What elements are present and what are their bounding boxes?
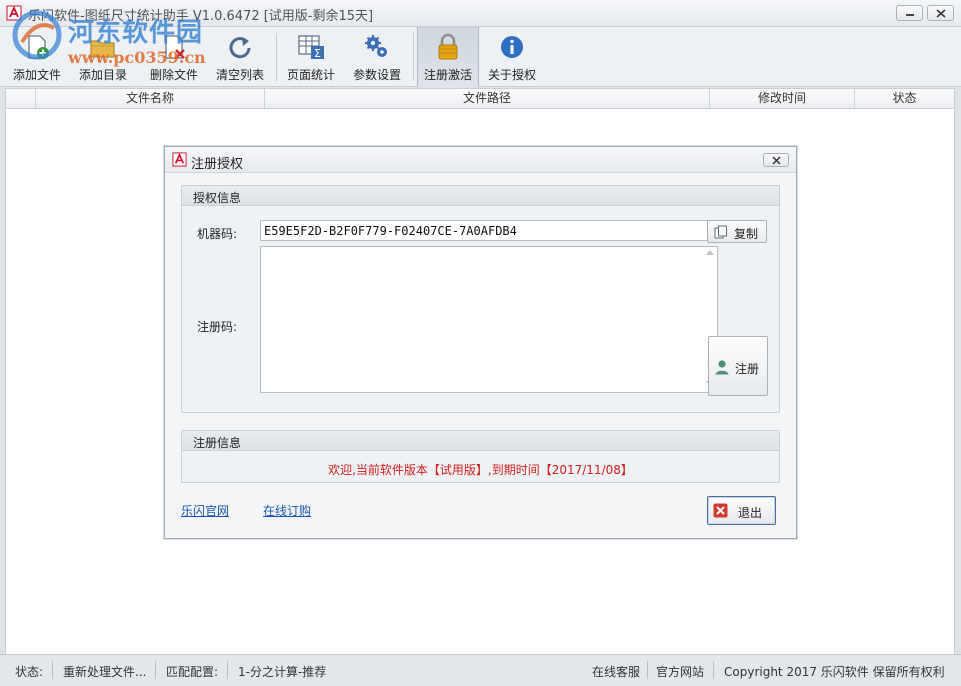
minimize-icon xyxy=(906,14,914,16)
delete-file-button[interactable]: 删除文件 xyxy=(143,27,205,87)
page-stats-label: 页面统计 xyxy=(286,68,335,82)
status-value: 重新处理文件... xyxy=(63,665,147,679)
online-order-link[interactable]: 在线订购 xyxy=(263,502,311,519)
close-window-button[interactable] xyxy=(927,5,954,21)
gears-icon xyxy=(365,35,387,57)
file-list-header: 文件名称 文件路径 修改时间 状态 xyxy=(5,88,955,109)
add-folder-label: 添加目录 xyxy=(78,68,127,82)
register-button-label: 注册 xyxy=(735,362,760,376)
config-value: 1-分之计算-推荐 xyxy=(238,665,327,679)
settings-button[interactable]: 参数设置 xyxy=(346,27,408,87)
column-status[interactable]: 状态 xyxy=(855,89,954,108)
dialog-title-bar: 注册授权 xyxy=(165,147,796,173)
copyright-text: Copyright 2017 乐闪软件 保留所有权利 xyxy=(724,665,945,679)
add-folder-icon xyxy=(90,40,115,58)
about-license-label: 关于授权 xyxy=(487,68,536,82)
exit-button-label: 退出 xyxy=(738,506,763,520)
about-license-button[interactable]: 关于授权 xyxy=(481,27,543,87)
reg-info-header: 注册信息 xyxy=(182,431,779,451)
official-website-link[interactable]: 官方网站 xyxy=(656,663,704,680)
register-activate-button[interactable]: 注册激活 xyxy=(417,27,479,87)
sum-table-icon: Σ xyxy=(298,35,324,60)
title-bar: 乐闪软件-图纸尺寸统计助手 V1.0.6472 [试用版-剩余15天] xyxy=(0,0,961,27)
copy-icon xyxy=(714,225,727,239)
toolbar-separator xyxy=(276,33,277,81)
column-file-path[interactable]: 文件路径 xyxy=(265,89,710,108)
add-file-icon xyxy=(28,35,49,59)
window-title: 乐闪软件-图纸尺寸统计助手 V1.0.6472 [试用版-剩余15天] xyxy=(28,9,374,24)
register-code-field[interactable] xyxy=(260,246,718,393)
status-separator xyxy=(647,661,648,679)
reg-info-group: 注册信息 欢迎,当前软件版本【试用版】,到期时间【2017/11/08】 xyxy=(181,430,780,483)
status-separator xyxy=(227,661,228,679)
status-separator xyxy=(155,661,156,679)
padlock-icon xyxy=(438,33,458,60)
copy-button[interactable]: 复制 xyxy=(707,220,767,243)
dialog-close-button[interactable] xyxy=(763,153,789,167)
settings-label: 参数设置 xyxy=(352,68,401,82)
status-bar: 状态: 重新处理文件... 匹配配置: 1-分之计算-推荐 在线客服 官方网站 … xyxy=(0,654,961,686)
status-separator xyxy=(52,661,53,679)
user-icon xyxy=(715,360,729,375)
auth-info-header: 授权信息 xyxy=(182,186,779,206)
pdf-app-icon xyxy=(172,152,187,167)
close-icon xyxy=(936,9,946,18)
exit-button[interactable]: 退出 xyxy=(707,496,776,525)
toolbar-separator xyxy=(413,33,414,81)
machine-code-field[interactable] xyxy=(260,220,718,241)
close-icon xyxy=(772,156,781,165)
pdf-app-icon xyxy=(6,5,22,21)
page-stats-button[interactable]: Σ 页面统计 xyxy=(280,27,342,87)
svg-text:Σ: Σ xyxy=(314,47,321,60)
column-file-name[interactable]: 文件名称 xyxy=(36,89,265,108)
add-folder-button[interactable]: 添加目录 xyxy=(72,27,134,87)
register-activate-label: 注册激活 xyxy=(423,68,472,82)
status-label: 状态: xyxy=(15,665,44,679)
add-file-button[interactable]: 添加文件 xyxy=(6,27,68,87)
status-separator xyxy=(713,661,714,679)
minimize-button[interactable] xyxy=(896,5,923,21)
copy-button-label: 复制 xyxy=(734,227,759,241)
exit-icon xyxy=(713,503,728,518)
delete-file-icon xyxy=(165,35,185,59)
scroll-up-arrow-icon[interactable] xyxy=(706,250,714,255)
auth-info-title: 授权信息 xyxy=(193,191,242,205)
add-file-label: 添加文件 xyxy=(12,68,61,82)
trial-expiry-notice: 欢迎,当前软件版本【试用版】,到期时间【2017/11/08】 xyxy=(328,463,633,477)
auth-info-group: 授权信息 机器码: 复制 注册码: 注册 xyxy=(181,185,780,413)
config-label: 匹配配置: xyxy=(166,665,219,679)
column-checkbox xyxy=(6,89,36,108)
register-code-label: 注册码: xyxy=(197,320,238,334)
delete-file-label: 删除文件 xyxy=(149,68,198,82)
online-support-link[interactable]: 在线客服 xyxy=(592,663,640,680)
official-site-link[interactable]: 乐闪官网 xyxy=(181,502,229,519)
main-toolbar: 添加文件 添加目录 删除文件 清空列表 Σ 页面统计 参数设置 注册激活 关于授… xyxy=(0,27,961,87)
column-modified-time[interactable]: 修改时间 xyxy=(710,89,855,108)
dialog-title: 注册授权 xyxy=(191,157,244,172)
reg-info-title: 注册信息 xyxy=(193,436,242,450)
refresh-icon xyxy=(229,37,251,59)
clear-list-button[interactable]: 清空列表 xyxy=(209,27,271,87)
register-button[interactable]: 注册 xyxy=(708,336,768,396)
register-dialog: 注册授权 授权信息 机器码: 复制 注册码: 注册 xyxy=(164,146,797,539)
clear-list-label: 清空列表 xyxy=(215,68,264,82)
machine-code-label: 机器码: xyxy=(197,227,238,241)
info-icon xyxy=(501,36,523,58)
